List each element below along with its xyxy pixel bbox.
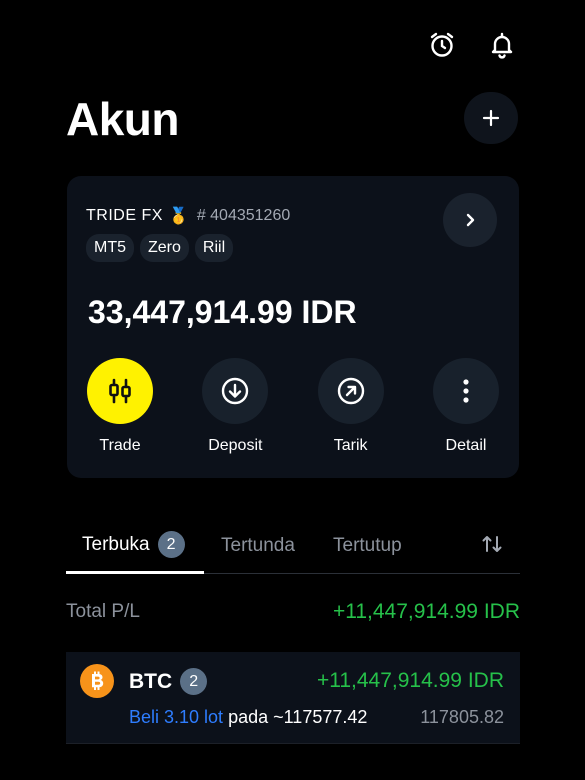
position-side-lot: Beli 3.10 lot [129, 707, 224, 727]
position-symbol: BTC 2 [129, 668, 208, 695]
tab-open-count: 2 [157, 531, 185, 558]
bitcoin-icon [80, 664, 114, 698]
account-tags: MT5 Zero Riil [86, 234, 234, 262]
account-number: # 404351260 [196, 207, 291, 224]
trade-action[interactable]: Trade [87, 358, 153, 455]
total-pl-row: Total P/L +11,447,914.99 IDR [66, 600, 520, 624]
tab-pending-label: Tertunda [221, 535, 295, 556]
bell-icon[interactable] [485, 28, 519, 62]
position-count-badge: 2 [180, 668, 208, 695]
medal-icon: 🥇 [168, 208, 189, 225]
withdraw-label: Tarik [333, 437, 368, 454]
broker-name: TRIDE FX [86, 207, 163, 224]
tag-mode: Riil [194, 234, 234, 262]
tab-closed[interactable]: Tertutup [333, 535, 402, 557]
detail-action[interactable]: Detail [432, 358, 499, 455]
position-pl: +11,447,914.99 IDR [316, 669, 504, 692]
position-open-price: pada ~117577.42 [228, 707, 368, 727]
total-pl-value: +11,447,914.99 IDR [332, 600, 520, 623]
account-actions: Trade Deposit Tarik Detail [87, 358, 499, 455]
tab-closed-label: Tertutup [333, 535, 402, 556]
account-card: TRIDE FX 🥇 # 404351260 MT5 Zero Riil 33,… [67, 176, 519, 478]
plus-icon [482, 109, 500, 127]
withdraw-button[interactable] [317, 358, 384, 424]
arrow-down-circle-icon [222, 377, 249, 405]
account-header: TRIDE FX 🥇 # 404351260 [86, 206, 290, 226]
detail-button[interactable] [432, 358, 499, 424]
chevron-right-icon [466, 213, 475, 227]
position-row[interactable]: BTC 2 +11,447,914.99 IDR Beli 3.10 lot p… [66, 652, 520, 744]
total-pl-label: Total P/L [66, 601, 140, 622]
orders-tabs: Terbuka 2 Tertunda Tertutup [66, 526, 520, 574]
deposit-button[interactable] [202, 358, 269, 424]
deposit-label: Deposit [208, 437, 263, 454]
tag-platform: MT5 [86, 234, 134, 262]
accounts-screen: Akun TRIDE FX 🥇 # 404351260 MT5 Zero Rii… [0, 0, 585, 780]
detail-label: Detail [445, 437, 487, 454]
withdraw-action[interactable]: Tarik [317, 358, 384, 455]
alarm-icon[interactable] [425, 28, 459, 62]
active-tab-indicator [66, 571, 204, 574]
candlestick-icon [109, 378, 131, 404]
account-balance: 33,447,914.99 IDR [88, 294, 357, 330]
top-icons [425, 28, 519, 62]
tab-pending[interactable]: Tertunda [221, 535, 295, 557]
tab-open[interactable]: Terbuka 2 [82, 531, 185, 558]
page-title: Akun [66, 93, 180, 145]
position-current-price: 117805.82 [420, 707, 504, 727]
trade-label: Trade [99, 437, 141, 454]
arrow-up-right-circle-icon [337, 377, 364, 405]
sort-icon[interactable] [480, 532, 504, 556]
deposit-action[interactable]: Deposit [202, 358, 269, 455]
symbol-name: BTC [129, 669, 173, 693]
tab-open-label: Terbuka [82, 533, 150, 555]
add-account-button[interactable] [464, 92, 518, 144]
more-vertical-icon [463, 379, 469, 403]
tag-account-type: Zero [140, 234, 189, 262]
trade-button[interactable] [87, 358, 153, 424]
position-detail: Beli 3.10 lot pada ~117577.42 [129, 707, 367, 728]
account-details-button[interactable] [443, 193, 497, 247]
